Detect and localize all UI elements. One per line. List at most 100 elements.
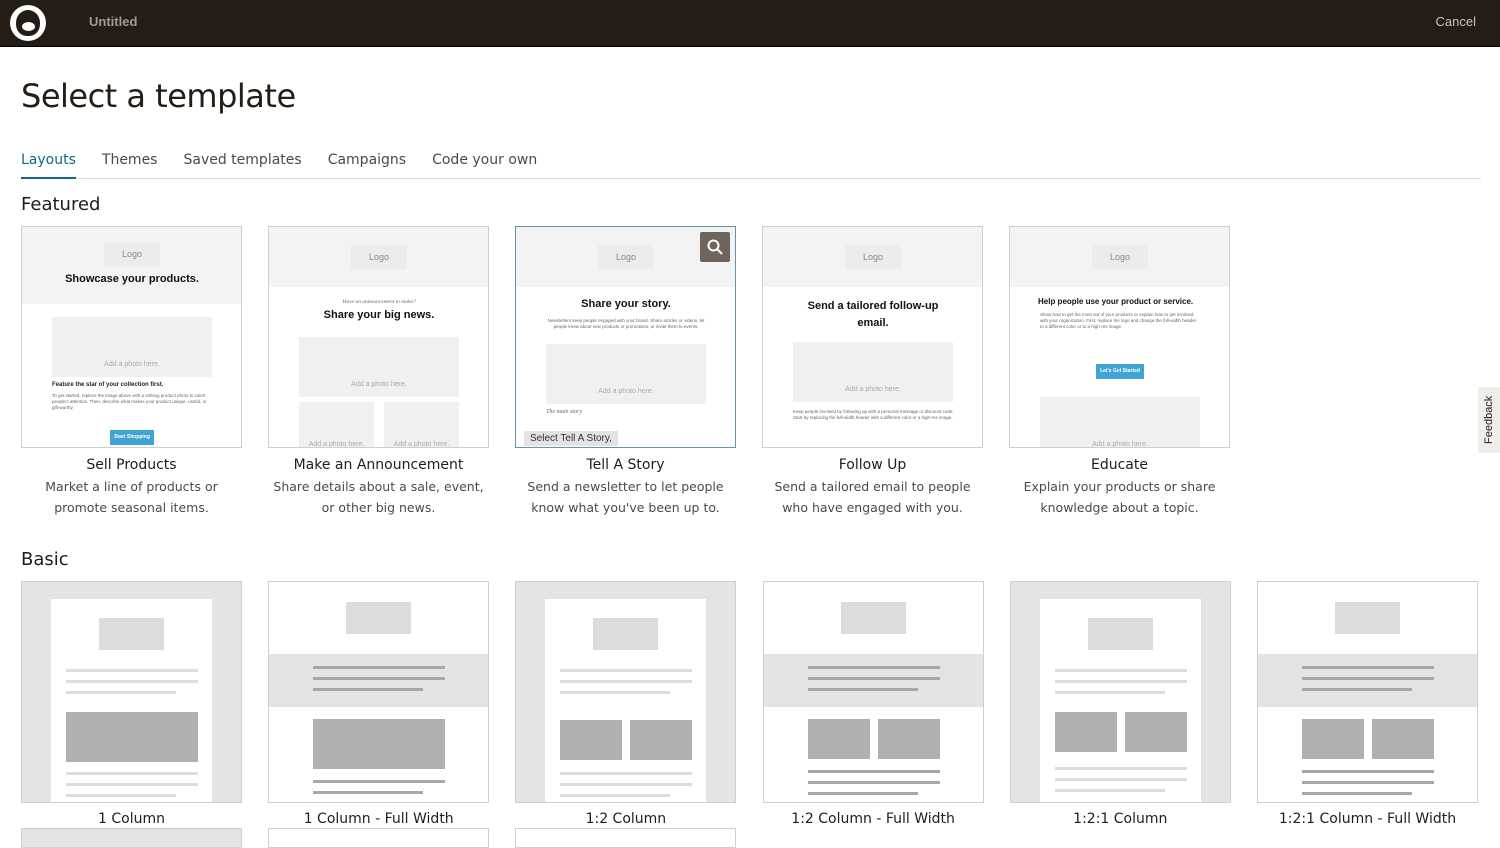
image-block (1054, 712, 1117, 752)
text-line (1054, 789, 1165, 792)
text-line (560, 783, 693, 786)
template-card-basic[interactable]: 1:2 Column (515, 581, 737, 827)
top-bar: Untitled Cancel (0, 0, 1500, 47)
template-card-partial[interactable] (21, 828, 242, 848)
template-tabs: Layouts Themes Saved templates Campaigns… (21, 152, 1481, 179)
image-block (66, 712, 198, 762)
template-preview[interactable]: Logo Showcase your products. Add a photo… (21, 226, 242, 448)
template-description: Send a newsletter to let people know wha… (527, 479, 724, 515)
template-preview[interactable] (762, 581, 984, 803)
template-preview[interactable] (1009, 581, 1231, 803)
image-block (630, 720, 693, 760)
cancel-button[interactable]: Cancel (1436, 14, 1476, 29)
template-description: Share details about a sale, event, or ot… (273, 479, 484, 515)
template-card-basic[interactable]: 1:2 Column - Full Width (762, 581, 984, 827)
template-preview[interactable]: Logo Have an announcement to make? Share… (268, 226, 489, 448)
feedback-button[interactable]: Feedback (1478, 387, 1500, 453)
logo-block (1335, 602, 1400, 634)
image-block (560, 720, 623, 760)
image-block (313, 719, 446, 769)
template-preview[interactable]: Logo Help people use your product or ser… (1009, 226, 1230, 448)
image-block (1372, 719, 1434, 759)
template-card-follow-up[interactable]: Logo Send a tailored follow-up email. Ad… (762, 226, 983, 518)
template-card-educate[interactable]: Logo Help people use your product or ser… (1009, 226, 1230, 518)
tab-campaigns[interactable]: Campaigns (328, 152, 406, 179)
campaign-title[interactable]: Untitled (89, 14, 137, 29)
template-name: 1 Column - Full Width (303, 811, 454, 827)
text-line (66, 794, 176, 797)
template-card-sell-products[interactable]: Logo Showcase your products. Add a photo… (21, 226, 242, 518)
preview-zoom-button[interactable] (700, 232, 730, 262)
template-card-make-an-announcement[interactable]: Logo Have an announcement to make? Share… (268, 226, 489, 518)
text-line (1302, 781, 1434, 784)
text-line (313, 780, 446, 783)
template-name: 1:2:1 Column - Full Width (1278, 811, 1457, 827)
mailchimp-logo-icon[interactable] (10, 5, 46, 41)
preview-subheading: Feature the star of your collection firs… (52, 382, 164, 388)
text-line (1054, 669, 1187, 672)
logo-placeholder: Logo (598, 245, 654, 269)
text-line (1302, 792, 1412, 795)
text-line (66, 669, 198, 672)
text-line (1302, 677, 1434, 680)
template-card-basic[interactable]: 1:2:1 Column (1009, 581, 1231, 827)
text-line (807, 666, 940, 669)
text-line (807, 677, 940, 680)
photo-placeholder: Add a photo here. (52, 317, 212, 377)
template-preview[interactable] (268, 581, 490, 803)
header-band (1258, 654, 1477, 707)
template-preview[interactable] (515, 581, 737, 803)
text-line (560, 794, 671, 797)
preview-body: To get started, replace the image above … (52, 393, 207, 410)
text-line (560, 680, 693, 683)
tab-themes[interactable]: Themes (102, 152, 158, 179)
text-line (560, 772, 693, 775)
text-line (807, 688, 918, 691)
text-line (807, 781, 940, 784)
text-line (66, 680, 198, 683)
text-line (1054, 778, 1187, 781)
tab-code-your-own[interactable]: Code your own (432, 152, 537, 179)
preview-body: Keep people involved by following up wit… (793, 409, 954, 420)
page-title: Select a template (21, 77, 296, 115)
preview-body: Show how to get the most out of your pro… (1040, 312, 1197, 329)
template-card-partial[interactable] (268, 828, 489, 848)
logo-block (346, 602, 412, 634)
template-preview[interactable]: Logo Send a tailored follow-up email. Ad… (762, 226, 983, 448)
text-line (1054, 680, 1187, 683)
template-preview[interactable] (1257, 581, 1478, 803)
preview-button: Start Shopping (110, 430, 154, 445)
photo-placeholder: Add a photo here. (546, 344, 706, 404)
template-description: Market a line of products or promote sea… (45, 479, 218, 515)
text-line (1302, 770, 1434, 773)
preview-button: Let's Get Started (1096, 364, 1144, 379)
template-name: Tell A Story (586, 457, 665, 473)
template-name: 1:2:1 Column (1073, 811, 1168, 827)
tab-layouts[interactable]: Layouts (21, 152, 76, 179)
image-block (1124, 712, 1187, 752)
template-description: Explain your products or share knowledge… (1023, 479, 1216, 515)
logo-block (99, 618, 164, 650)
template-preview[interactable] (21, 581, 242, 803)
photo-placeholder: Add a photo here. (384, 402, 459, 447)
template-card-tell-a-story[interactable]: Logo Share your story. Newsletters keep … (515, 226, 736, 518)
template-card-basic[interactable]: 1:2:1 Column - Full Width (1257, 581, 1478, 827)
magnifier-icon (707, 239, 723, 255)
template-card-basic[interactable]: 1 Column - Full Width (268, 581, 490, 827)
preview-headline: Help people use your product or service. (1038, 297, 1194, 306)
logo-block (1087, 618, 1153, 650)
preview-kicker: Have an announcement to make? (342, 299, 416, 305)
template-description: Send a tailored email to people who have… (774, 479, 971, 515)
text-line (560, 669, 693, 672)
logo-placeholder: Logo (1092, 245, 1148, 269)
logo-placeholder: Logo (351, 245, 407, 269)
template-card-basic[interactable]: 1 Column (21, 581, 242, 827)
tooltip: Select Tell A Story, (524, 431, 618, 446)
preview-headline: Share your big news. (323, 309, 435, 321)
template-name: Make an Announcement (293, 457, 464, 473)
preview-headline: Send a tailored follow-up email. (807, 300, 939, 329)
template-preview[interactable]: Logo Share your story. Newsletters keep … (515, 226, 736, 448)
tab-saved-templates[interactable]: Saved templates (183, 152, 301, 179)
template-card-partial[interactable] (515, 828, 736, 848)
header-band (269, 654, 489, 707)
